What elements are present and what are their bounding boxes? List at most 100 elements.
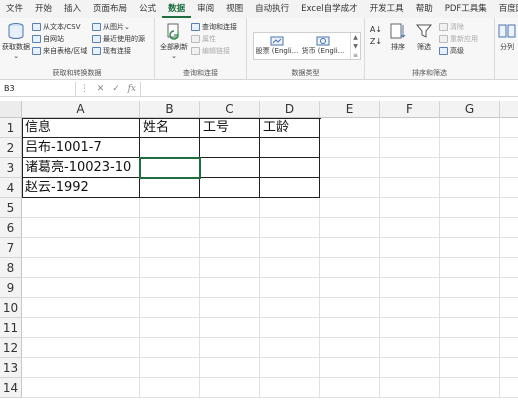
cell-B7[interactable] bbox=[140, 238, 200, 258]
cell-H11[interactable] bbox=[500, 318, 518, 338]
cell-F1[interactable] bbox=[380, 118, 440, 138]
sort-az-button[interactable]: A↓ Z↓ bbox=[369, 24, 383, 48]
tab-7[interactable]: 视图 bbox=[220, 0, 249, 18]
cell-A9[interactable] bbox=[22, 278, 140, 298]
column-header-G[interactable]: G bbox=[440, 101, 500, 118]
cell-G2[interactable] bbox=[440, 138, 500, 158]
from-table-button[interactable]: 来自表格/区域 bbox=[32, 45, 87, 56]
cell-G5[interactable] bbox=[440, 198, 500, 218]
gallery-scroll[interactable]: ▲ ▼ ≡ bbox=[350, 33, 360, 59]
cell-D13[interactable] bbox=[260, 358, 320, 378]
cell-B3[interactable] bbox=[139, 157, 201, 179]
cell-E2[interactable] bbox=[320, 138, 380, 158]
advanced-filter-button[interactable]: 高级 bbox=[439, 45, 464, 56]
confirm-icon[interactable]: ✓ bbox=[112, 84, 120, 94]
column-header-F[interactable]: F bbox=[380, 101, 440, 118]
cell-D4[interactable] bbox=[260, 178, 320, 198]
row-header-2[interactable]: 2 bbox=[0, 138, 22, 158]
reapply-button[interactable]: 重新应用 bbox=[439, 33, 478, 44]
tab-6[interactable]: 审阅 bbox=[191, 0, 220, 18]
tab-4[interactable]: 公式 bbox=[133, 0, 162, 18]
cell-C6[interactable] bbox=[200, 218, 260, 238]
cell-B11[interactable] bbox=[140, 318, 200, 338]
insert-function-icon[interactable]: fx bbox=[128, 84, 136, 94]
cell-B12[interactable] bbox=[140, 338, 200, 358]
cell-H4[interactable] bbox=[500, 178, 518, 198]
tab-0[interactable]: 文件 bbox=[0, 0, 29, 18]
cell-A8[interactable] bbox=[22, 258, 140, 278]
cell-F3[interactable] bbox=[380, 158, 440, 178]
currency-type[interactable]: 货币 (Engli... bbox=[300, 36, 346, 56]
cell-E3[interactable] bbox=[320, 158, 380, 178]
cell-B8[interactable] bbox=[140, 258, 200, 278]
cell-B13[interactable] bbox=[140, 358, 200, 378]
cell-H2[interactable] bbox=[500, 138, 518, 158]
cell-E12[interactable] bbox=[320, 338, 380, 358]
cell-F4[interactable] bbox=[380, 178, 440, 198]
row-header-7[interactable]: 7 bbox=[0, 238, 22, 258]
stocks-type[interactable]: 股票 (Engli... bbox=[254, 36, 300, 56]
cell-F14[interactable] bbox=[380, 378, 440, 398]
tab-11[interactable]: 帮助 bbox=[410, 0, 439, 18]
cell-F5[interactable] bbox=[380, 198, 440, 218]
cell-D2[interactable] bbox=[260, 138, 320, 158]
filter-button[interactable]: 筛选 bbox=[413, 22, 435, 52]
text-to-columns-button[interactable]: 分列 bbox=[496, 22, 518, 52]
cell-C13[interactable] bbox=[200, 358, 260, 378]
cell-G6[interactable] bbox=[440, 218, 500, 238]
tab-9[interactable]: Excel自学成才 bbox=[295, 0, 364, 18]
tab-10[interactable]: 开发工具 bbox=[364, 0, 410, 18]
formula-input[interactable] bbox=[140, 81, 518, 96]
cell-F7[interactable] bbox=[380, 238, 440, 258]
cell-H5[interactable] bbox=[500, 198, 518, 218]
cell-B2[interactable] bbox=[140, 138, 200, 158]
cell-E8[interactable] bbox=[320, 258, 380, 278]
row-header-8[interactable]: 8 bbox=[0, 258, 22, 278]
row-header-14[interactable]: 14 bbox=[0, 378, 22, 398]
cell-A10[interactable] bbox=[22, 298, 140, 318]
column-header-C[interactable]: C bbox=[200, 101, 260, 118]
cell-H14[interactable] bbox=[500, 378, 518, 398]
cell-A3[interactable]: 诸葛亮-10023-10 bbox=[22, 158, 140, 178]
cell-G9[interactable] bbox=[440, 278, 500, 298]
cell-A5[interactable] bbox=[22, 198, 140, 218]
tab-1[interactable]: 开始 bbox=[29, 0, 58, 18]
column-header-E[interactable]: E bbox=[320, 101, 380, 118]
row-header-11[interactable]: 11 bbox=[0, 318, 22, 338]
cell-G8[interactable] bbox=[440, 258, 500, 278]
row-header-5[interactable]: 5 bbox=[0, 198, 22, 218]
column-header-D[interactable]: D bbox=[260, 101, 320, 118]
cell-F9[interactable] bbox=[380, 278, 440, 298]
cell-H7[interactable] bbox=[500, 238, 518, 258]
cell-A1[interactable]: 信息 bbox=[22, 118, 140, 138]
cell-F13[interactable] bbox=[380, 358, 440, 378]
cell-D10[interactable] bbox=[260, 298, 320, 318]
cell-D5[interactable] bbox=[260, 198, 320, 218]
cell-B6[interactable] bbox=[140, 218, 200, 238]
tab-5[interactable]: 数据 bbox=[162, 0, 192, 18]
cell-G12[interactable] bbox=[440, 338, 500, 358]
select-all-corner[interactable] bbox=[0, 101, 22, 118]
cell-D3[interactable] bbox=[260, 158, 320, 178]
cell-D12[interactable] bbox=[260, 338, 320, 358]
cell-H6[interactable] bbox=[500, 218, 518, 238]
cell-G13[interactable] bbox=[440, 358, 500, 378]
cell-G14[interactable] bbox=[440, 378, 500, 398]
cell-E5[interactable] bbox=[320, 198, 380, 218]
cell-F2[interactable] bbox=[380, 138, 440, 158]
cell-C11[interactable] bbox=[200, 318, 260, 338]
cell-D11[interactable] bbox=[260, 318, 320, 338]
tab-8[interactable]: 自动执行 bbox=[249, 0, 295, 18]
cell-A7[interactable] bbox=[22, 238, 140, 258]
cell-B9[interactable] bbox=[140, 278, 200, 298]
cell-D6[interactable] bbox=[260, 218, 320, 238]
cell-A11[interactable] bbox=[22, 318, 140, 338]
cell-E10[interactable] bbox=[320, 298, 380, 318]
cell-H3[interactable] bbox=[500, 158, 518, 178]
column-header-A[interactable]: A bbox=[22, 101, 140, 118]
cell-A12[interactable] bbox=[22, 338, 140, 358]
row-header-10[interactable]: 10 bbox=[0, 298, 22, 318]
tab-3[interactable]: 页面布局 bbox=[87, 0, 133, 18]
row-header-12[interactable]: 12 bbox=[0, 338, 22, 358]
cell-B10[interactable] bbox=[140, 298, 200, 318]
